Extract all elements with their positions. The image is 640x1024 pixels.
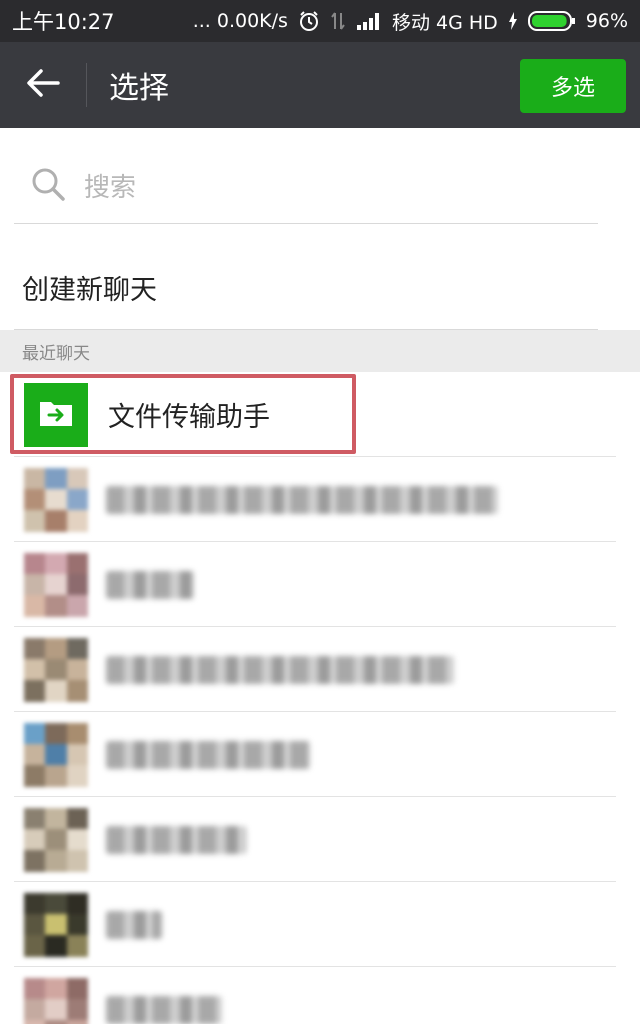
avatar bbox=[24, 637, 88, 702]
list-item[interactable] bbox=[0, 542, 640, 627]
avatar bbox=[24, 892, 88, 957]
chat-item-file-transfer[interactable]: 文件传输助手 bbox=[0, 372, 640, 457]
data-transfer-icon bbox=[330, 11, 346, 31]
title-divider bbox=[86, 63, 87, 107]
blurred-chat-name bbox=[106, 655, 454, 684]
back-button[interactable] bbox=[0, 42, 86, 128]
blurred-chat-name bbox=[106, 910, 162, 939]
page-title: 选择 bbox=[109, 71, 169, 106]
multi-select-button[interactable]: 多选 bbox=[520, 59, 626, 113]
blurred-chat-name bbox=[106, 740, 310, 769]
alarm-icon bbox=[298, 10, 320, 32]
status-time: 上午10:27 bbox=[12, 10, 115, 34]
avatar bbox=[24, 807, 88, 872]
blurred-chat-name bbox=[106, 485, 498, 514]
title-bar: 选择 多选 bbox=[0, 42, 640, 128]
network-speed: ... 0.00K/s bbox=[192, 10, 288, 32]
list-item[interactable] bbox=[0, 797, 640, 882]
list-item[interactable] bbox=[0, 627, 640, 712]
avatar bbox=[24, 467, 88, 532]
list-item[interactable] bbox=[0, 712, 640, 797]
avatar bbox=[24, 722, 88, 787]
folder-arrow-icon bbox=[39, 399, 73, 431]
avatar bbox=[24, 977, 88, 1024]
list-item[interactable] bbox=[0, 882, 640, 967]
list-item[interactable] bbox=[0, 457, 640, 542]
battery-percent: 96% bbox=[585, 10, 628, 32]
carrier-label: 移动 4G HD bbox=[391, 11, 498, 34]
battery-icon bbox=[527, 10, 576, 32]
blurred-chat-name bbox=[106, 825, 246, 854]
charging-icon bbox=[508, 12, 518, 30]
create-new-chat-label: 创建新聊天 bbox=[22, 274, 157, 306]
list-item[interactable] bbox=[0, 967, 640, 1024]
recent-chats-label: 最近聊天 bbox=[22, 343, 90, 364]
recent-chats-header: 最近聊天 bbox=[0, 330, 640, 372]
status-bar: 上午10:27 ... 0.00K/s 移动 4G HD 96% bbox=[0, 0, 640, 42]
create-new-chat[interactable]: 创建新聊天 bbox=[0, 244, 640, 330]
signal-icon bbox=[356, 12, 382, 30]
avatar bbox=[24, 552, 88, 617]
search-icon bbox=[30, 166, 66, 206]
status-indicators: ... 0.00K/s 移动 4G HD 96% bbox=[193, 8, 628, 35]
blurred-chat-name bbox=[106, 570, 194, 599]
search-input[interactable]: 搜索 bbox=[14, 148, 598, 224]
blurred-chat-name bbox=[106, 995, 222, 1024]
search-placeholder: 搜索 bbox=[84, 173, 137, 203]
chat-list: 文件传输助手 bbox=[0, 372, 640, 1024]
chat-name: 文件传输助手 bbox=[108, 402, 270, 433]
avatar bbox=[24, 382, 88, 447]
arrow-left-icon bbox=[26, 68, 60, 102]
